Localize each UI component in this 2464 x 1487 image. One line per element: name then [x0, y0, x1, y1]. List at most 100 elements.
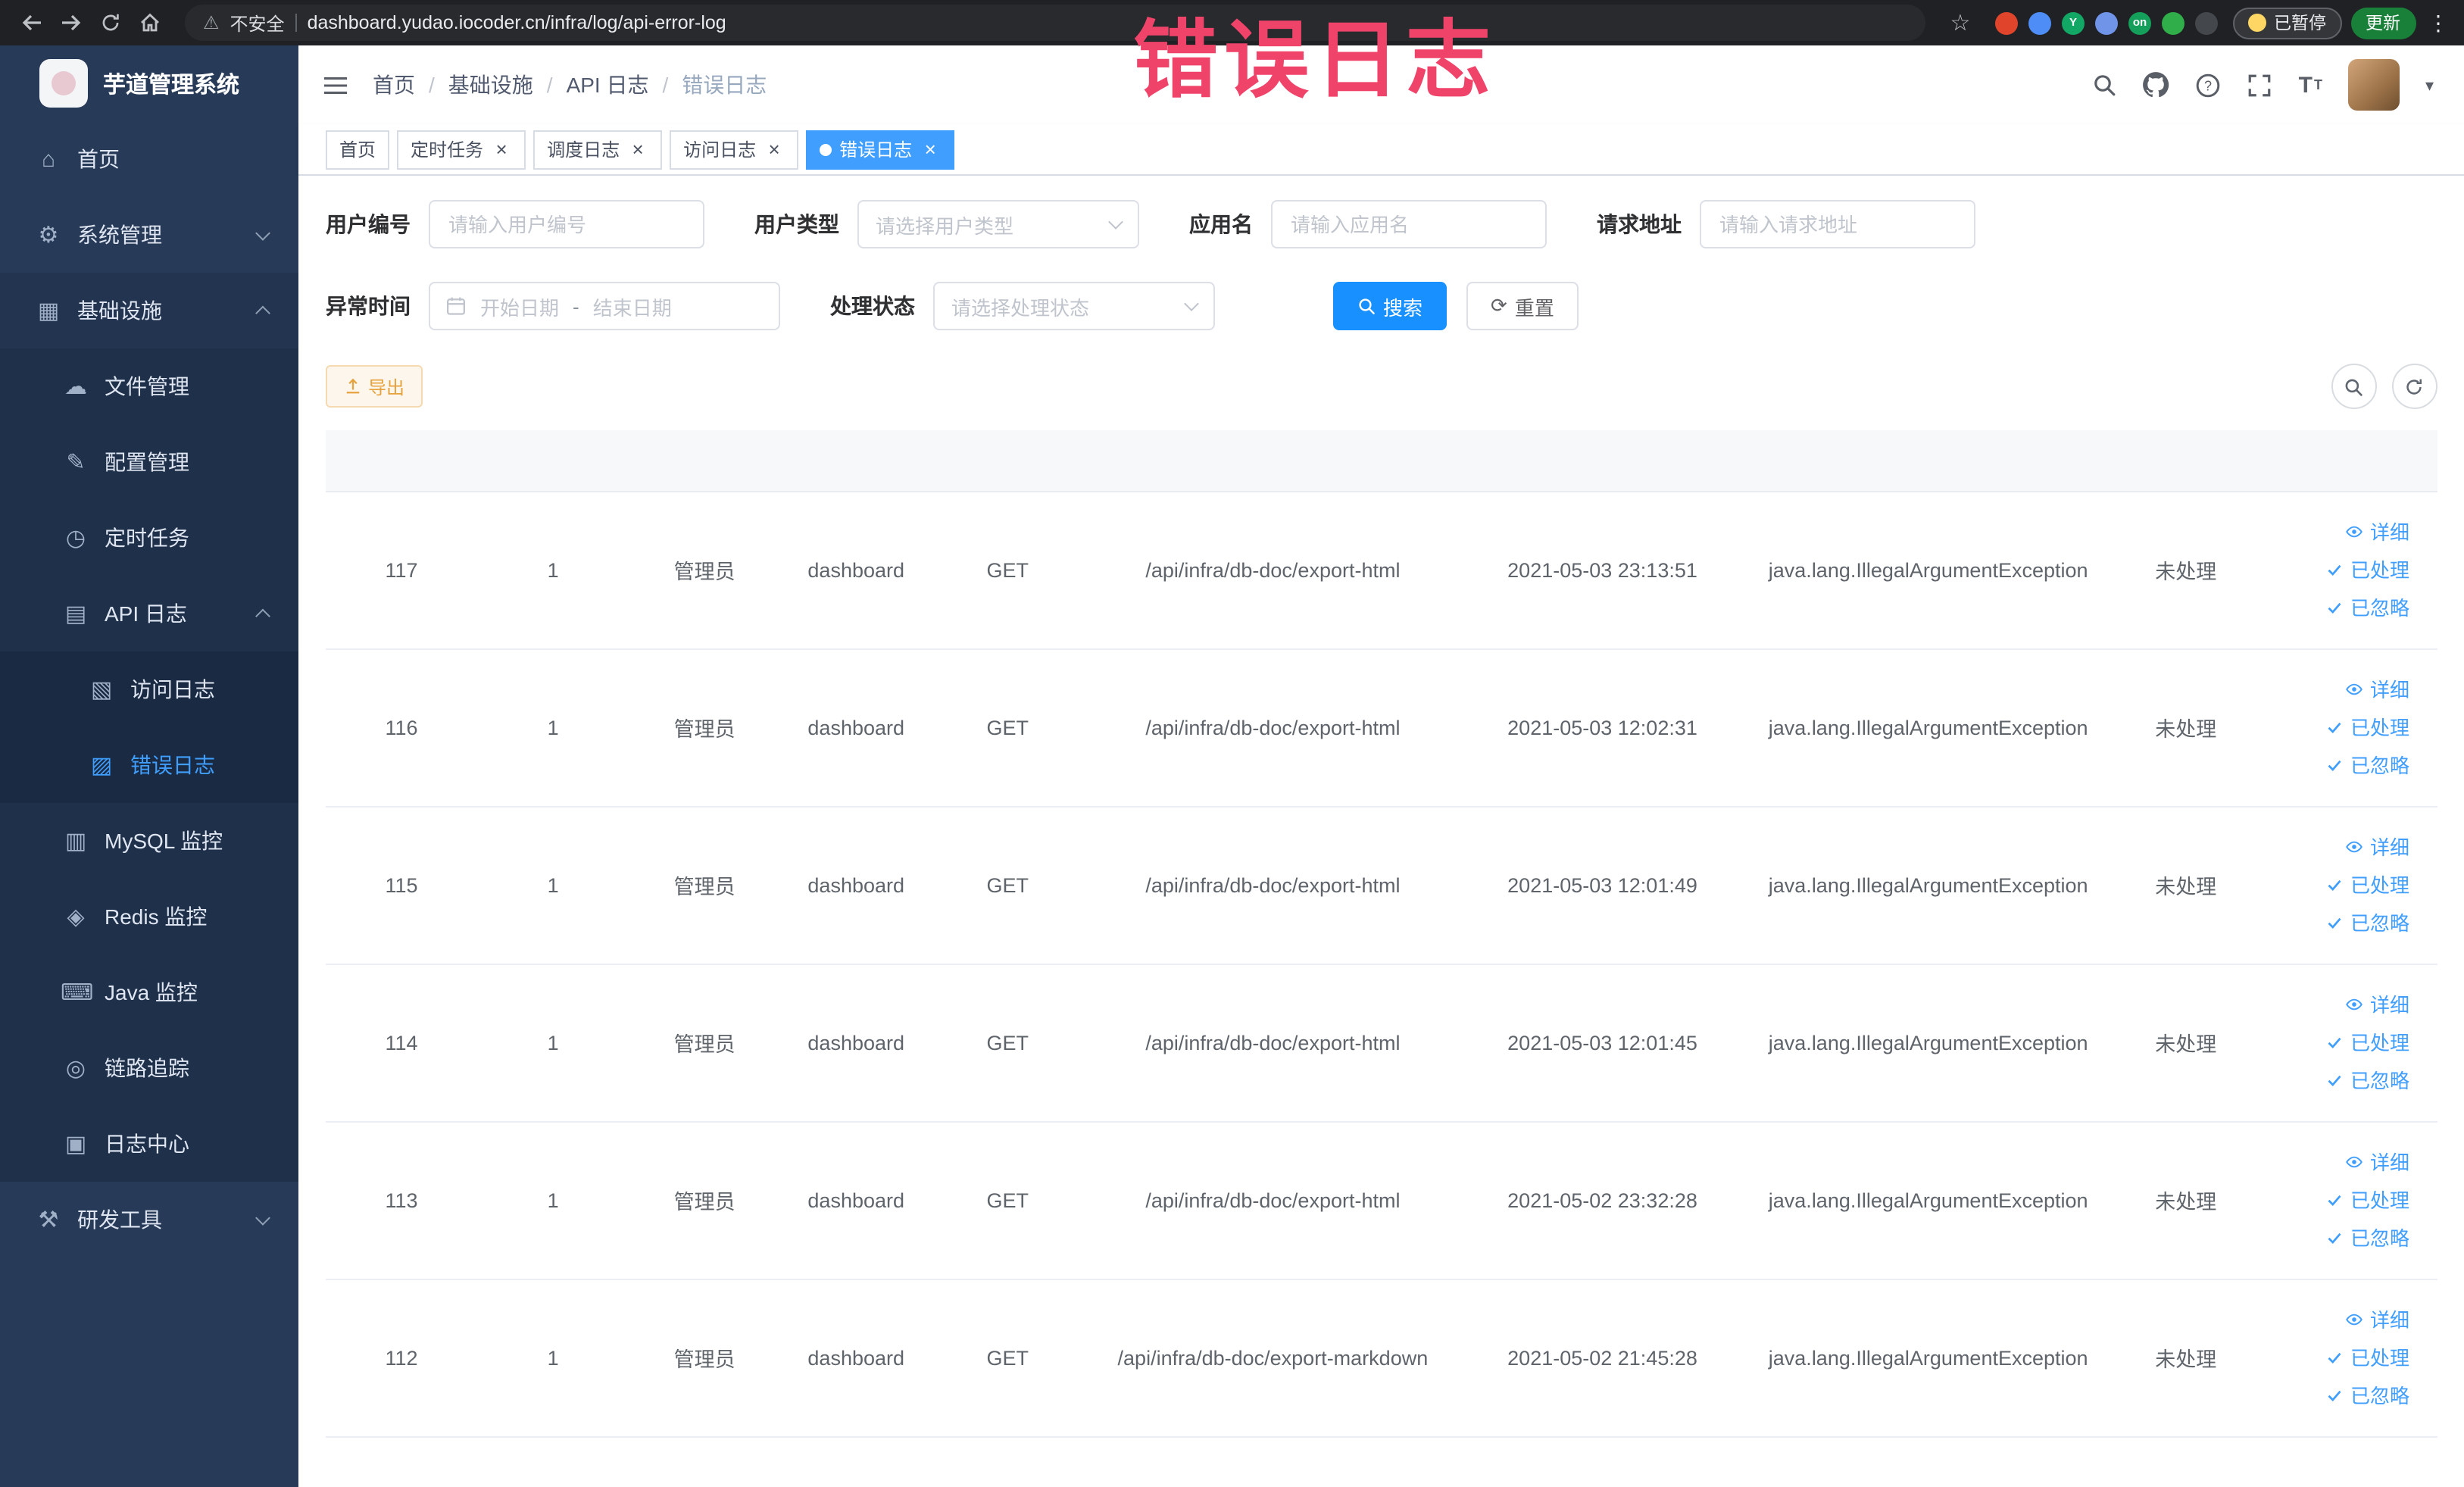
column-header: [1742, 430, 2114, 492]
chevron-down-icon[interactable]: [2425, 71, 2434, 98]
detail-link[interactable]: 详细: [2264, 670, 2409, 708]
sidebar-item[interactable]: ⚙ 系统管理: [0, 197, 298, 273]
process-status-select[interactable]: 请选择处理状态: [933, 282, 1215, 330]
sidebar-item-label: Redis 监控: [105, 904, 208, 929]
sidebar-item[interactable]: ⌂ 首页: [0, 121, 298, 197]
extension-paw-icon[interactable]: [2195, 11, 2218, 34]
column-header: [2257, 430, 2437, 492]
ignored-link[interactable]: 已忽略: [2264, 1376, 2409, 1414]
processed-link[interactable]: 已处理: [2264, 708, 2409, 746]
sidebar-item[interactable]: ▤ API 日志: [0, 576, 298, 651]
start-date-placeholder: 开始日期: [480, 296, 560, 319]
extension-leaf-icon[interactable]: [2162, 11, 2184, 34]
back-icon[interactable]: [12, 3, 52, 42]
cell-user-id: 1: [477, 648, 629, 807]
processed-link[interactable]: 已处理: [2264, 1023, 2409, 1061]
detail-link[interactable]: 详细: [2264, 828, 2409, 866]
breadcrumb-item[interactable]: 基础设施: [415, 70, 533, 100]
sidebar-item-label: MySQL 监控: [105, 829, 223, 853]
sidebar-item[interactable]: ◈ Redis 监控: [0, 879, 298, 954]
ignored-link[interactable]: 已忽略: [2264, 589, 2409, 626]
ignored-link[interactable]: 已忽略: [2264, 904, 2409, 942]
tab[interactable]: 错误日志: [806, 130, 955, 169]
update-label: 更新: [2366, 15, 2400, 33]
close-icon[interactable]: [627, 139, 648, 160]
log-center-icon: ▣: [64, 1132, 87, 1157]
detail-link[interactable]: 详细: [2264, 1301, 2409, 1339]
tab[interactable]: 调度日志: [533, 130, 663, 169]
app-name-input[interactable]: [1271, 200, 1547, 248]
sidebar-item[interactable]: ▥ MySQL 监控: [0, 803, 298, 879]
cell-user-id: 1: [477, 491, 629, 649]
detail-link[interactable]: 详细: [2264, 513, 2409, 551]
sidebar-item[interactable]: ▧ 访问日志: [0, 651, 298, 727]
fullscreen-icon[interactable]: [2247, 72, 2273, 98]
search-icon[interactable]: [2093, 73, 2117, 97]
breadcrumb-item[interactable]: 错误日志: [649, 70, 767, 100]
extension-on-icon[interactable]: on: [2128, 11, 2151, 34]
tab[interactable]: 首页: [326, 130, 390, 169]
cell-actions: 详细 已处理 已忽略: [2257, 1121, 2437, 1279]
processed-link[interactable]: 已处理: [2264, 551, 2409, 589]
paused-badge[interactable]: 已暂停: [2233, 7, 2341, 39]
extension-blue-icon[interactable]: [2028, 11, 2051, 34]
sidebar-item[interactable]: ▨ 错误日志: [0, 727, 298, 803]
sidebar-item[interactable]: ⌨ Java 监控: [0, 954, 298, 1030]
user-id-input[interactable]: [429, 200, 704, 248]
help-icon[interactable]: [2196, 72, 2222, 98]
extension-green-y-icon[interactable]: Y: [2062, 11, 2085, 34]
sidebar-item[interactable]: ▣ 日志中心: [0, 1106, 298, 1182]
app-logo[interactable]: 芋道管理系统: [0, 45, 298, 121]
browser-home-icon[interactable]: [130, 3, 170, 42]
reload-icon[interactable]: [91, 3, 130, 42]
sidebar-item[interactable]: ⚒ 研发工具: [0, 1182, 298, 1257]
toggle-search-button[interactable]: [2331, 364, 2376, 409]
processed-link[interactable]: 已处理: [2264, 1339, 2409, 1376]
forward-icon[interactable]: [52, 3, 91, 42]
bookmark-star-icon[interactable]: [1941, 3, 1980, 42]
ignored-link[interactable]: 已忽略: [2264, 1219, 2409, 1257]
hamburger-icon[interactable]: [323, 72, 348, 98]
sidebar-item[interactable]: ◎ 链路追踪: [0, 1030, 298, 1106]
extension-grid-icon[interactable]: [2095, 11, 2118, 34]
exception-time-range[interactable]: 开始日期 - 结束日期: [429, 282, 780, 330]
sidebar-item[interactable]: ✎ 配置管理: [0, 424, 298, 500]
breadcrumb-item[interactable]: API 日志: [533, 70, 649, 100]
font-size-icon[interactable]: [2299, 72, 2322, 98]
cell-exception-time: 2021-05-02 21:45:28: [1462, 1279, 1743, 1437]
tab[interactable]: 访问日志: [670, 130, 799, 169]
cell-request-url: /api/infra/db-doc/export-html: [1083, 964, 1463, 1122]
search-button[interactable]: 搜索: [1333, 282, 1447, 330]
export-button[interactable]: 导出: [326, 365, 423, 408]
user-type-select[interactable]: 请选择用户类型: [857, 200, 1139, 248]
security-warning-icon: [203, 9, 220, 36]
sidebar-item[interactable]: ▦ 基础设施: [0, 273, 298, 348]
cell-user-id: 1: [477, 1121, 629, 1279]
detail-link[interactable]: 详细: [2264, 1143, 2409, 1181]
sidebar-item[interactable]: ◷ 定时任务: [0, 500, 298, 576]
cell-request-url: /api/infra/db-doc/export-html: [1083, 648, 1463, 807]
processed-link[interactable]: 已处理: [2264, 1181, 2409, 1219]
sidebar-item[interactable]: ☁ 文件管理: [0, 348, 298, 424]
ignored-link[interactable]: 已忽略: [2264, 746, 2409, 784]
detail-link[interactable]: 详细: [2264, 986, 2409, 1023]
filter-app-name: 应用名: [1189, 200, 1547, 248]
update-button[interactable]: 更新: [2350, 7, 2416, 39]
extension-red-icon[interactable]: [1995, 11, 2018, 34]
browser-menu-icon[interactable]: [2425, 3, 2452, 42]
reset-button[interactable]: 重置: [1466, 282, 1579, 330]
user-avatar[interactable]: [2347, 59, 2400, 111]
close-icon[interactable]: [920, 139, 941, 160]
ignored-link[interactable]: 已忽略: [2264, 1061, 2409, 1099]
request-url-input[interactable]: [1700, 200, 1975, 248]
check-icon: [2326, 914, 2344, 932]
close-icon[interactable]: [491, 139, 512, 160]
processed-link[interactable]: 已处理: [2264, 866, 2409, 904]
address-bar[interactable]: 不安全 dashboard.yudao.iocoder.cn/infra/log…: [185, 5, 1925, 41]
refresh-table-button[interactable]: [2391, 364, 2437, 409]
logo-image: [39, 59, 88, 108]
breadcrumb-item[interactable]: 首页: [373, 70, 415, 100]
close-icon[interactable]: [764, 139, 785, 160]
github-icon[interactable]: [2143, 71, 2170, 98]
tab[interactable]: 定时任务: [397, 130, 526, 169]
